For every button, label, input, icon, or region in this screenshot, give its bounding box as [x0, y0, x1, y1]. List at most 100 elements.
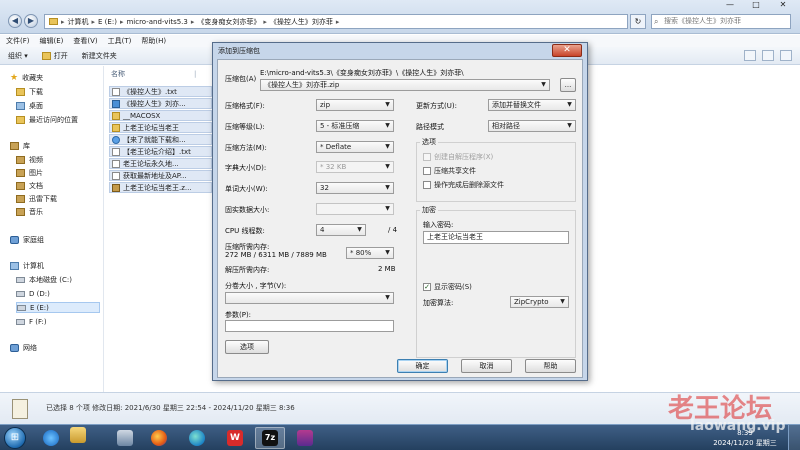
format-select[interactable]: zip ▼	[316, 99, 394, 111]
dialog-close-button[interactable]: ✕	[552, 44, 582, 57]
sidebar-item-drive-d[interactable]: D (D:)	[16, 288, 50, 299]
solid-size-select[interactable]: ▼	[316, 203, 394, 215]
breadcrumb-folder-1[interactable]: 《变身痴女刘亦菲》	[197, 17, 260, 27]
refresh-button[interactable]: ↻	[630, 14, 646, 29]
archive-name-value: 《操控人生》刘亦菲.zip	[264, 81, 340, 89]
sidebar-item-drive-e[interactable]: E (E:)	[16, 302, 100, 313]
preview-pane-icon[interactable]	[762, 50, 774, 61]
breadcrumb-drive-e[interactable]: E (E:)	[98, 18, 117, 26]
file-row[interactable]: 上老王论坛当老王.z...	[109, 182, 212, 193]
organize-button[interactable]: 组织 ▾	[8, 51, 28, 61]
sidebar-libraries[interactable]: 库	[10, 140, 30, 151]
ok-button[interactable]: 确定	[397, 359, 448, 373]
sidebar-computer[interactable]: 计算机	[10, 260, 44, 271]
compress-shared-checkbox[interactable]: 压缩共享文件	[423, 166, 476, 176]
taskbar-firefox[interactable]	[144, 427, 174, 449]
sidebar-item-desktop[interactable]: 桌面	[16, 100, 43, 111]
taskbar-7zip[interactable]: 7z	[255, 427, 285, 449]
show-desktop-button[interactable]	[788, 425, 800, 450]
options-button[interactable]: 选项	[225, 340, 269, 354]
sidebar-item-thunder[interactable]: 迅雷下载	[16, 193, 57, 204]
dialog-title: 添加到压缩包	[218, 47, 260, 55]
sidebar-item-documents[interactable]: 文档	[16, 180, 43, 191]
taskbar-edge[interactable]	[182, 427, 212, 449]
word-size-select[interactable]: 32 ▼	[316, 182, 394, 194]
taskbar-explorer[interactable]	[70, 427, 100, 449]
sidebar-item-drive-c[interactable]: 本地磁盘 (C:)	[16, 274, 72, 285]
file-row[interactable]: __MACOSX	[109, 110, 212, 121]
create-sfx-checkbox[interactable]: 创建自解压程序(X)	[423, 152, 493, 162]
minimize-button[interactable]: —	[718, 0, 742, 10]
breadcrumb-folder-2[interactable]: 《操控人生》刘亦菲	[270, 17, 333, 27]
help-button[interactable]: 帮助	[525, 359, 576, 373]
menu-file[interactable]: 文件(F)	[6, 36, 30, 46]
file-row[interactable]: 获取最新地址及AP...	[109, 170, 212, 181]
sidebar-item-recent[interactable]: 最近访问的位置	[16, 114, 78, 125]
cancel-button[interactable]: 取消	[461, 359, 512, 373]
sidebar-item-pictures[interactable]: 图片	[16, 167, 43, 178]
back-button[interactable]: ◀	[8, 14, 22, 28]
start-button[interactable]: ⊞	[4, 427, 26, 449]
file-row[interactable]: 老王论坛永久地...	[109, 158, 212, 169]
method-select[interactable]: * Deflate ▼	[316, 141, 394, 153]
taskbar-wps[interactable]: W	[220, 427, 250, 449]
breadcrumb-micro[interactable]: micro-and-vits5.3	[126, 18, 187, 26]
close-window-button[interactable]: ✕	[770, 0, 796, 10]
encryption-method-select[interactable]: ZipCrypto ▼	[510, 296, 569, 308]
column-header-name[interactable]: 名称 |	[108, 68, 213, 80]
desktop-icon	[16, 101, 25, 110]
sidebar-item-drive-f[interactable]: F (F:)	[16, 316, 47, 327]
sidebar-favorites[interactable]: ★ 收藏夹	[10, 72, 43, 83]
checkmark-icon: ✓	[423, 283, 431, 291]
dropdown-arrow-icon: ▼	[567, 122, 572, 129]
multiple-files-icon	[12, 399, 28, 419]
breadcrumb-computer[interactable]: 计算机	[68, 17, 89, 27]
show-password-checkbox[interactable]: ✓ 显示密码(S)	[423, 282, 472, 292]
explorer-icon	[70, 427, 86, 443]
open-button[interactable]: 打开	[41, 51, 68, 61]
file-row[interactable]: 【老王论坛介绍】.txt	[109, 146, 212, 157]
delete-after-checkbox[interactable]: 操作完成后删除源文件	[423, 180, 504, 190]
cpu-threads-select[interactable]: 4 ▼	[316, 224, 366, 236]
network-icon	[10, 343, 19, 352]
column-header-label: 名称	[111, 70, 125, 78]
parameters-input[interactable]	[225, 320, 394, 332]
dict-size-select[interactable]: * 32 KB ▼	[316, 161, 394, 173]
file-row[interactable]: 上老王论坛当老王	[109, 122, 212, 133]
taskbar-app[interactable]	[110, 427, 140, 449]
sidebar-item-music[interactable]: 音乐	[16, 206, 43, 217]
file-row[interactable]: 【来了就能下载和...	[109, 134, 212, 145]
checkbox-box	[423, 153, 431, 161]
sidebar-item-label: 视频	[29, 155, 43, 164]
menu-tools[interactable]: 工具(T)	[108, 36, 132, 46]
help-icon[interactable]	[780, 50, 792, 61]
sidebar-homegroup[interactable]: 家庭组	[10, 234, 44, 245]
menu-edit[interactable]: 编辑(E)	[40, 36, 64, 46]
file-row[interactable]: 《操控人生》刘亦...	[109, 98, 212, 109]
split-volume-input[interactable]: ▼	[225, 292, 394, 304]
search-input[interactable]: ⌕ 搜索《操控人生》刘亦菲	[651, 14, 791, 29]
new-folder-button[interactable]: 新建文件夹	[82, 51, 117, 61]
password-input[interactable]: 上老王论坛当老王	[423, 231, 569, 244]
dropdown-arrow-icon: ▼	[385, 249, 390, 256]
archive-name-combo[interactable]: 《操控人生》刘亦菲.zip ▼	[260, 79, 550, 91]
sidebar-item-downloads[interactable]: 下载	[16, 86, 43, 97]
firefox-icon	[151, 430, 167, 446]
update-mode-select[interactable]: 添加并替换文件 ▼	[488, 99, 576, 111]
address-bar[interactable]: ▸ 计算机 ▸ E (E:) ▸ micro-and-vits5.3 ▸ 《变身…	[44, 14, 628, 29]
path-mode-select[interactable]: 相对路径 ▼	[488, 120, 576, 132]
memory-compress-detail: 272 MB / 6311 MB / 7889 MB	[225, 251, 327, 259]
browse-button[interactable]: ...	[560, 78, 576, 92]
taskbar-winrar[interactable]	[290, 427, 320, 449]
view-mode-icon[interactable]	[744, 50, 756, 61]
memory-percent-select[interactable]: * 80% ▼	[346, 247, 394, 259]
sidebar-item-videos[interactable]: 视频	[16, 154, 43, 165]
menu-view[interactable]: 查看(V)	[73, 36, 97, 46]
taskbar-ie[interactable]	[36, 427, 66, 449]
maximize-button[interactable]: □	[744, 0, 768, 10]
sidebar-network[interactable]: 网络	[10, 342, 37, 353]
forward-button[interactable]: ▶	[24, 14, 38, 28]
level-select[interactable]: 5 - 标准压缩 ▼	[316, 120, 394, 132]
file-row[interactable]: 《操控人生》.txt	[109, 86, 212, 97]
menu-help[interactable]: 帮助(H)	[141, 36, 166, 46]
